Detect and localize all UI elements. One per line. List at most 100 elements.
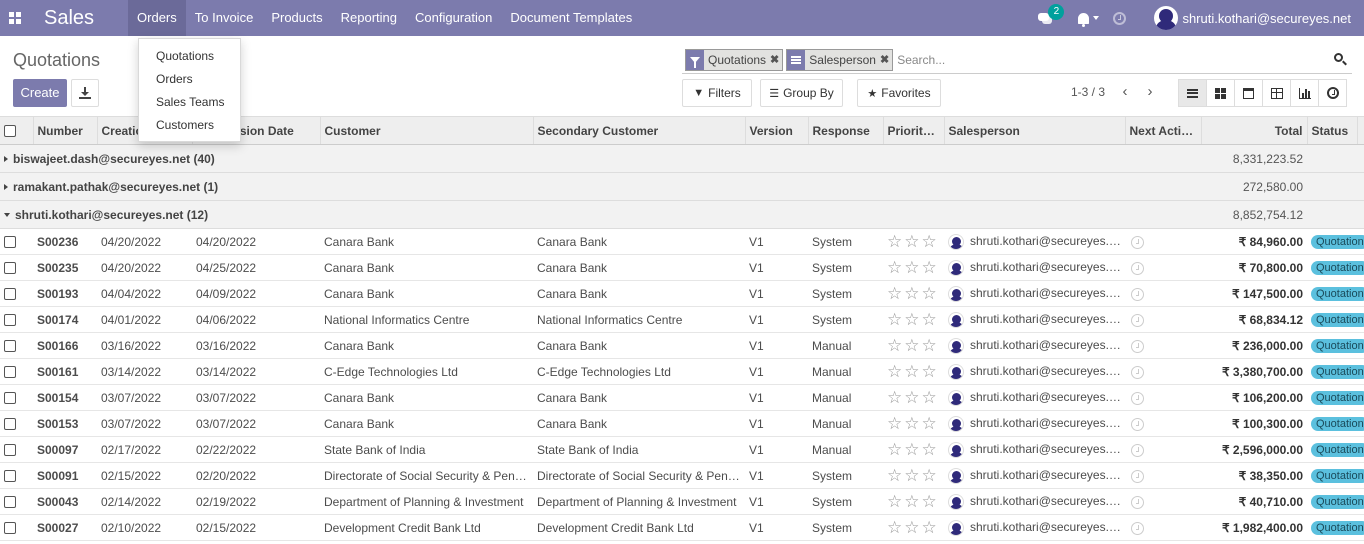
menu-document-templates[interactable]: Document Templates (501, 0, 641, 36)
clock-icon[interactable] (1131, 313, 1144, 327)
star-icon[interactable]: ☆ (904, 310, 919, 329)
row-checkbox[interactable] (0, 306, 33, 333)
create-button[interactable]: Create (13, 79, 67, 107)
row-checkbox[interactable] (0, 436, 33, 463)
clock-icon[interactable] (1131, 495, 1144, 509)
star-icon[interactable]: ☆ (904, 414, 919, 433)
star-icon[interactable]: ☆ (887, 518, 902, 537)
dropdown-item-customers[interactable]: Customers (139, 114, 240, 137)
user-menu[interactable]: shruti.kothari@secureyes.net (1182, 11, 1351, 26)
row-checkbox[interactable] (0, 488, 33, 515)
star-icon[interactable]: ☆ (904, 232, 919, 251)
menu-products[interactable]: Products (262, 0, 331, 36)
clock-icon[interactable] (1131, 365, 1144, 379)
row-checkbox[interactable] (0, 358, 33, 385)
star-icon[interactable]: ☆ (887, 336, 902, 355)
star-icon[interactable]: ☆ (904, 336, 919, 355)
messaging-icon[interactable]: 2 (1038, 3, 1065, 25)
clock-icon[interactable] (1131, 521, 1144, 535)
menu-configuration[interactable]: Configuration (406, 0, 501, 36)
table-row[interactable]: S00154 03/07/2022 03/07/2022 Canara Bank Can… (0, 384, 1364, 411)
table-row[interactable]: S00091 02/15/2022 02/20/2022 Directorate of… (0, 462, 1364, 489)
export-button[interactable] (71, 79, 99, 107)
calendar-view-button[interactable] (1234, 79, 1263, 107)
kanban-view-button[interactable] (1206, 79, 1235, 107)
group-row[interactable]: ramakant.pathak@secureyes.net (1) 272,580… (0, 172, 1364, 201)
star-icon[interactable]: ☆ (922, 362, 937, 381)
clock-icon[interactable] (1131, 339, 1144, 353)
apps-menu-icon[interactable] (0, 0, 30, 36)
star-icon[interactable]: ☆ (887, 466, 902, 485)
menu-reporting[interactable]: Reporting (332, 0, 406, 36)
table-row[interactable]: S00153 03/07/2022 03/07/2022 Canara Bank Can… (0, 410, 1364, 437)
pager-value[interactable]: 1-3 / 3 (1071, 85, 1105, 99)
star-icon[interactable]: ☆ (922, 336, 937, 355)
row-checkbox[interactable] (0, 410, 33, 437)
group-by-button[interactable]: ☰ Group By (760, 79, 843, 107)
row-checkbox[interactable] (0, 228, 33, 255)
facet-remove-icon[interactable]: ✖ (879, 50, 893, 70)
clock-icon[interactable] (1131, 443, 1144, 457)
star-icon[interactable]: ☆ (922, 440, 937, 459)
group-row[interactable]: shruti.kothari@secureyes.net (12) 8,852,7… (0, 200, 1364, 229)
graph-view-button[interactable] (1290, 79, 1319, 107)
star-icon[interactable]: ☆ (904, 362, 919, 381)
favorites-button[interactable]: ★ Favorites (857, 79, 941, 107)
table-row[interactable]: S00235 04/20/2022 04/25/2022 Canara Bank Can… (0, 254, 1364, 281)
column-secondary-customer[interactable]: Secondary Customer (532, 116, 745, 145)
star-icon[interactable]: ☆ (887, 258, 902, 277)
column-total[interactable]: Total (1200, 116, 1307, 145)
column-salesperson[interactable]: Salesperson (943, 116, 1125, 145)
column-number[interactable]: Number (32, 116, 97, 145)
clock-icon[interactable] (1131, 287, 1144, 301)
dropdown-item-orders[interactable]: Orders (139, 68, 240, 91)
pager-next-icon[interactable]: › (1143, 82, 1157, 102)
star-icon[interactable]: ☆ (887, 492, 902, 511)
star-icon[interactable]: ☆ (922, 466, 937, 485)
star-icon[interactable]: ☆ (922, 232, 937, 251)
table-row[interactable]: S00193 04/04/2022 04/09/2022 Canara Bank Can… (0, 280, 1364, 307)
column-customer[interactable]: Customer (319, 116, 533, 145)
clock-icon[interactable] (1131, 469, 1144, 483)
table-row[interactable]: S00174 04/01/2022 04/06/2022 National Infor… (0, 306, 1364, 333)
table-row[interactable]: S00161 03/14/2022 03/14/2022 C-Edge Technol… (0, 358, 1364, 385)
dropdown-item-quotations[interactable]: Quotations (139, 45, 240, 68)
table-row[interactable]: S00166 03/16/2022 03/16/2022 Canara Bank Can… (0, 332, 1364, 359)
column-response[interactable]: Response (807, 116, 883, 145)
star-icon[interactable]: ☆ (887, 232, 902, 251)
facet-remove-icon[interactable]: ✖ (770, 50, 783, 70)
column-next-activity[interactable]: Next Activity (1124, 116, 1201, 145)
group-row[interactable]: biswajeet.dash@secureyes.net (40) 8,331,2… (0, 144, 1364, 173)
table-row[interactable]: S00236 04/20/2022 04/20/2022 Canara Bank Can… (0, 228, 1364, 255)
activity-view-button[interactable] (1318, 79, 1347, 107)
star-icon[interactable]: ☆ (904, 492, 919, 511)
star-icon[interactable]: ☆ (922, 258, 937, 277)
star-icon[interactable]: ☆ (904, 518, 919, 537)
app-brand[interactable]: Sales (44, 7, 94, 30)
pivot-view-button[interactable] (1262, 79, 1291, 107)
dropdown-item-sales-teams[interactable]: Sales Teams (139, 91, 240, 114)
group-label[interactable]: biswajeet.dash@secureyes.net (40) (0, 144, 1201, 173)
optional-columns-icon[interactable]: ⋮ (1356, 116, 1364, 145)
star-icon[interactable]: ☆ (904, 284, 919, 303)
search-input[interactable] (897, 53, 1328, 67)
row-checkbox[interactable] (0, 254, 33, 281)
row-checkbox[interactable] (0, 514, 33, 541)
star-icon[interactable]: ☆ (887, 414, 902, 433)
select-all-checkbox[interactable] (0, 116, 33, 145)
row-checkbox[interactable] (0, 332, 33, 359)
clock-icon[interactable] (1131, 235, 1144, 249)
search-icon[interactable] (1334, 53, 1347, 66)
table-row[interactable]: S00027 02/10/2022 02/15/2022 Development Cr… (0, 514, 1364, 541)
table-row[interactable]: S00043 02/14/2022 02/19/2022 Department of … (0, 488, 1364, 515)
star-icon[interactable]: ☆ (922, 310, 937, 329)
star-icon[interactable]: ☆ (922, 388, 937, 407)
star-icon[interactable]: ☆ (922, 284, 937, 303)
clock-icon[interactable] (1131, 391, 1144, 405)
star-icon[interactable]: ☆ (887, 284, 902, 303)
clock-icon[interactable] (1131, 417, 1144, 431)
filters-button[interactable]: ▼ Filters (682, 79, 752, 107)
column-version[interactable]: Version (744, 116, 808, 145)
menu-to-invoice[interactable]: To Invoice (186, 0, 263, 36)
menu-orders[interactable]: Orders (128, 0, 186, 36)
